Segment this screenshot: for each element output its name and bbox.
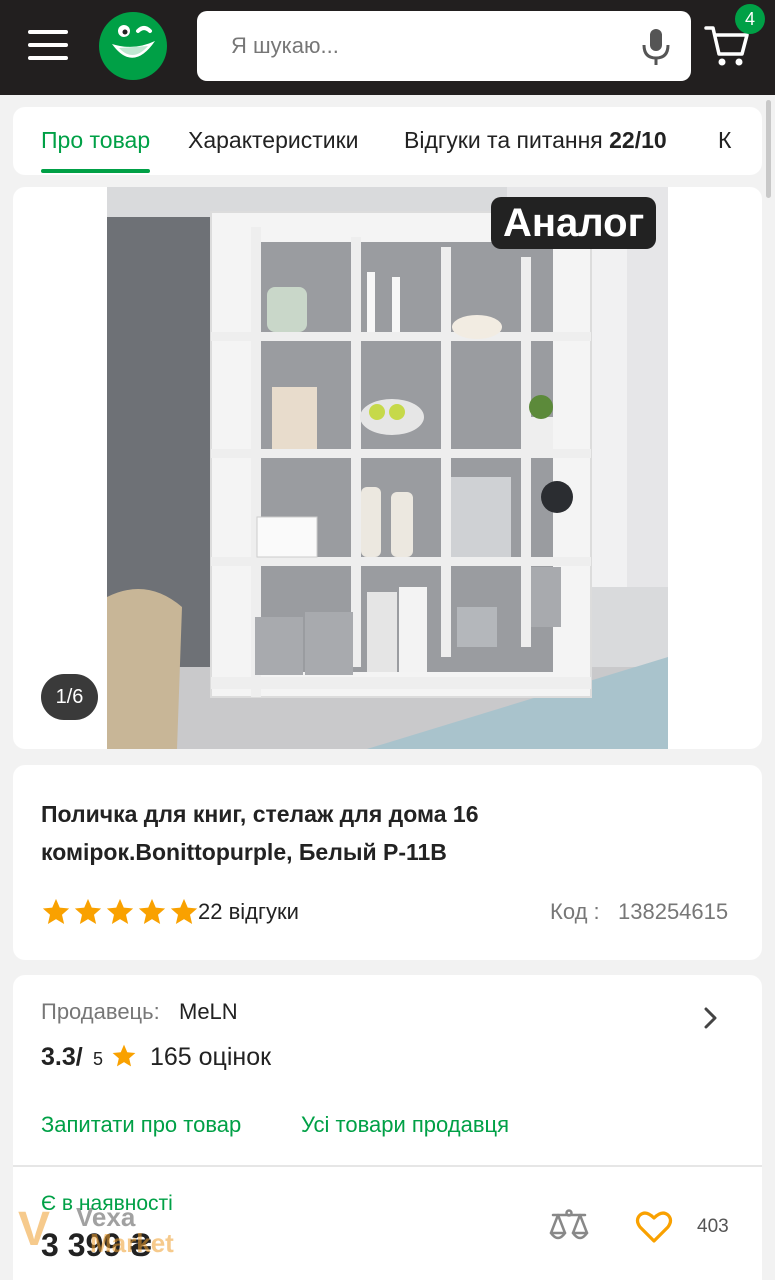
top-bar: 4 [0,0,775,95]
tab-about-label: Про товар [41,127,151,153]
product-photo[interactable] [107,187,668,749]
analog-badge: Аналог [491,197,657,249]
seller-label: Продавець: [41,999,160,1024]
ask-about-product-link[interactable]: Запитати про товар [41,1112,241,1138]
tab-more-label: К [718,127,732,153]
search-box [197,11,691,81]
product-title: Поличка для книг, стелаж для дома 16 ком… [41,801,479,865]
cart-count-badge: 4 [735,4,765,34]
star-icon [106,898,134,924]
smiley-logo-icon[interactable] [98,11,168,81]
seller-rating-count: 165 оцінок [150,1043,272,1071]
product-code-label: Код : [550,899,600,924]
wishlist-count: 403 [697,1216,729,1237]
product-tabs: Про товар Характеристики Відгуки та пита… [13,107,762,175]
chevron-right-icon[interactable] [701,1005,721,1031]
seller-name[interactable]: MeLN [179,999,238,1025]
product-gallery[interactable]: Аналог 1/6 [13,187,762,749]
microphone-icon[interactable] [639,27,673,67]
seller-rating: 3.3/ [41,1043,83,1071]
star-icon [138,898,166,924]
reviews-link[interactable]: 22 відгуки [198,899,299,925]
all-seller-products-link[interactable]: Усі товари продавця [301,1112,509,1138]
watermark-mark: V [18,1203,51,1256]
heart-icon[interactable] [635,1209,673,1245]
scales-compare-icon[interactable] [547,1207,591,1247]
star-icon [74,898,102,924]
tab-reviews[interactable]: Відгуки та питання 22/10 [404,107,667,175]
gallery-counter: 1/6 [41,674,98,720]
hamburger-icon[interactable] [28,28,68,64]
page-scrollbar[interactable] [766,100,771,198]
product-code-value: 138254615 [618,899,729,924]
star-icon [112,1044,136,1067]
divider [13,1165,762,1167]
star-icon [170,898,198,924]
tab-characteristics-label: Характеристики [188,127,359,153]
watermark-logo: V Vexa Market [18,1198,198,1268]
tab-reviews-label: Відгуки та питання [404,127,603,153]
tab-reviews-count: 22/10 [609,127,667,153]
tab-more[interactable]: К [718,107,731,175]
tab-about[interactable]: Про товар [41,107,151,175]
tab-characteristics[interactable]: Характеристики [188,107,359,175]
watermark-line2: Market [90,1228,174,1258]
star-icon [42,898,70,924]
product-info-card: Поличка для книг, стелаж для дома 16 ком… [13,765,762,960]
seller-rating-max: 5 [93,1049,104,1069]
rating-stars[interactable] [41,897,199,929]
search-input[interactable] [231,25,621,67]
